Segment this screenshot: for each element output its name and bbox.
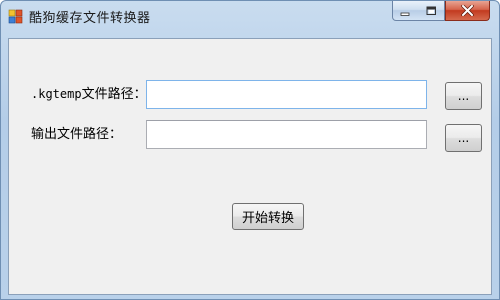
kgtemp-browse-button[interactable]: ... <box>445 82 482 110</box>
kgtemp-path-label: .kgtemp文件路径： <box>31 83 147 102</box>
close-icon <box>461 1 474 20</box>
kgtemp-label-suffix: 文件路径： <box>81 87 147 102</box>
kgtemp-label-prefix: .kgtemp <box>31 87 82 101</box>
minimize-button[interactable] <box>392 1 419 21</box>
start-convert-button[interactable]: 开始转换 <box>232 203 304 230</box>
app-window: 酷狗缓存文件转换器 .kgtemp文件路径： ... 输出文件路径： ... 开… <box>0 0 500 300</box>
output-browse-button[interactable]: ... <box>445 124 482 152</box>
app-blocks-icon <box>8 8 24 24</box>
window-title: 酷狗缓存文件转换器 <box>29 11 151 26</box>
output-path-label: 输出文件路径： <box>31 127 123 142</box>
minimize-icon <box>400 1 411 20</box>
title-bar[interactable]: 酷狗缓存文件转换器 <box>1 1 499 31</box>
kgtemp-path-input[interactable] <box>146 80 427 109</box>
maximize-icon <box>426 1 437 20</box>
form-panel: .kgtemp文件路径： ... 输出文件路径： ... 开始转换 <box>8 38 492 295</box>
output-path-input[interactable] <box>146 120 427 149</box>
close-button[interactable] <box>445 1 490 21</box>
maximize-button[interactable] <box>418 1 445 21</box>
